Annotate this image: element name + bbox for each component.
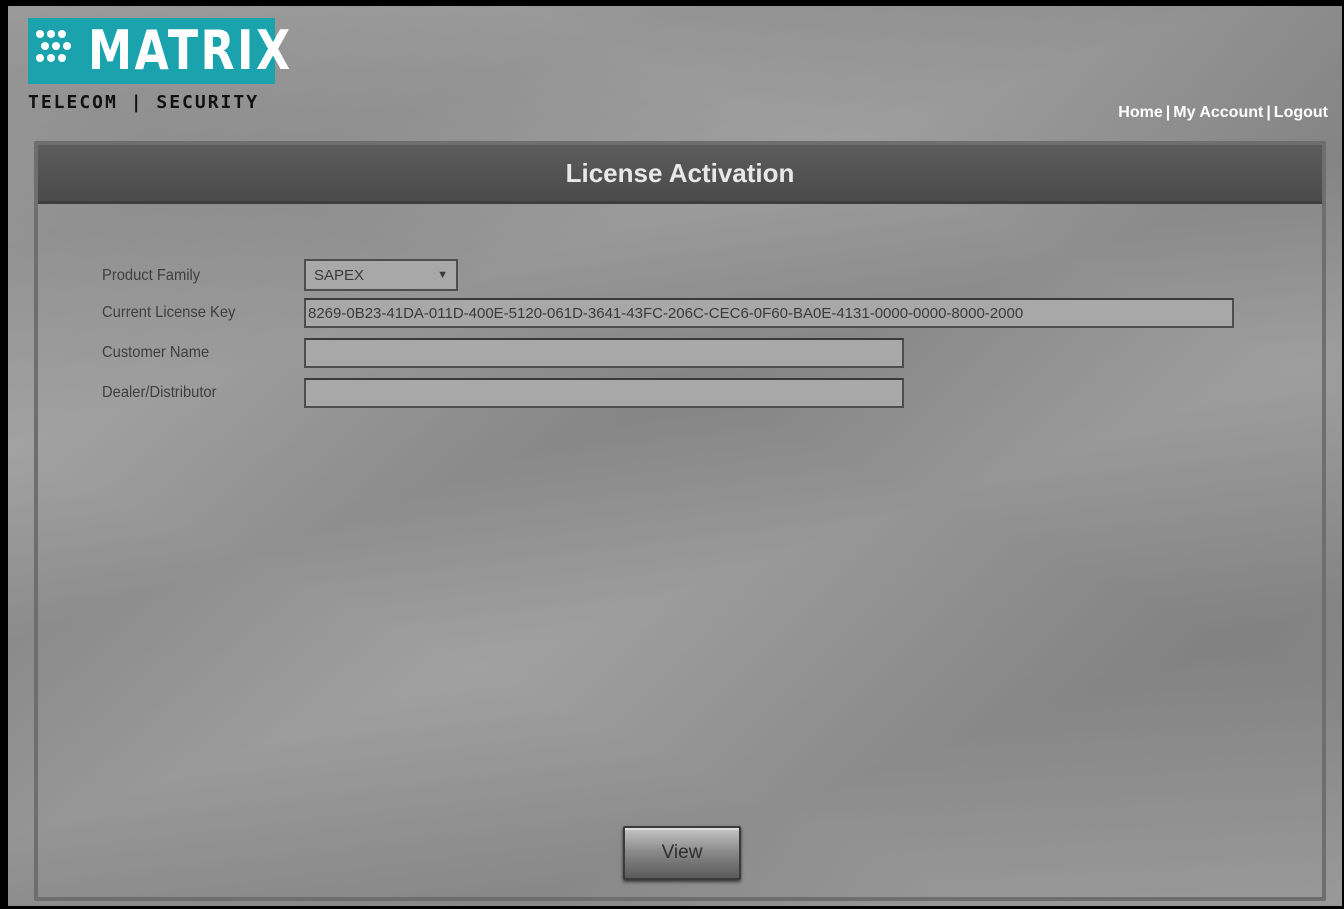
logo-dots-icon [36, 30, 76, 74]
page-title: License Activation [565, 157, 795, 188]
customer-name-label: Customer Name [102, 344, 210, 361]
nav-separator: | [1266, 104, 1271, 121]
product-family-row: Product Family SAPEX ▼ [102, 259, 1302, 291]
dealer-distributor-row: Dealer/Distributor [102, 378, 1302, 408]
customer-name-row: Customer Name [102, 338, 1302, 368]
logo-wordmark: MATRIX [88, 19, 293, 82]
current-license-key-label: Current License Key [102, 304, 236, 321]
logo-tagline: TELECOM | SECURITY [28, 92, 260, 113]
panel-header: License Activation [38, 145, 1322, 204]
my-account-link[interactable]: My Account [1173, 104, 1263, 121]
chevron-down-icon: ▼ [437, 269, 448, 281]
nav-separator: | [1165, 104, 1171, 121]
customer-name-field[interactable] [304, 338, 904, 368]
top-nav: Home | My Account | Logout [1118, 104, 1328, 122]
logout-link[interactable]: Logout [1274, 104, 1328, 121]
current-license-key-row: Current License Key [102, 298, 1302, 328]
view-button[interactable]: View [623, 826, 741, 880]
home-link[interactable]: Home [1118, 104, 1162, 121]
logo-badge: MATRIX [28, 18, 290, 84]
current-license-key-field[interactable] [304, 298, 1234, 328]
product-family-select[interactable]: SAPEX ▼ [304, 259, 458, 291]
product-family-label: Product Family [102, 267, 201, 284]
dealer-distributor-label: Dealer/Distributor [102, 384, 217, 401]
page-frame: MATRIX TELECOM | SECURITY Home | My Accoun… [8, 6, 1342, 906]
license-activation-panel: License Activation Product Family SAPEX … [34, 141, 1326, 901]
product-family-value: SAPEX [314, 266, 365, 284]
dealer-distributor-field[interactable] [304, 378, 904, 408]
